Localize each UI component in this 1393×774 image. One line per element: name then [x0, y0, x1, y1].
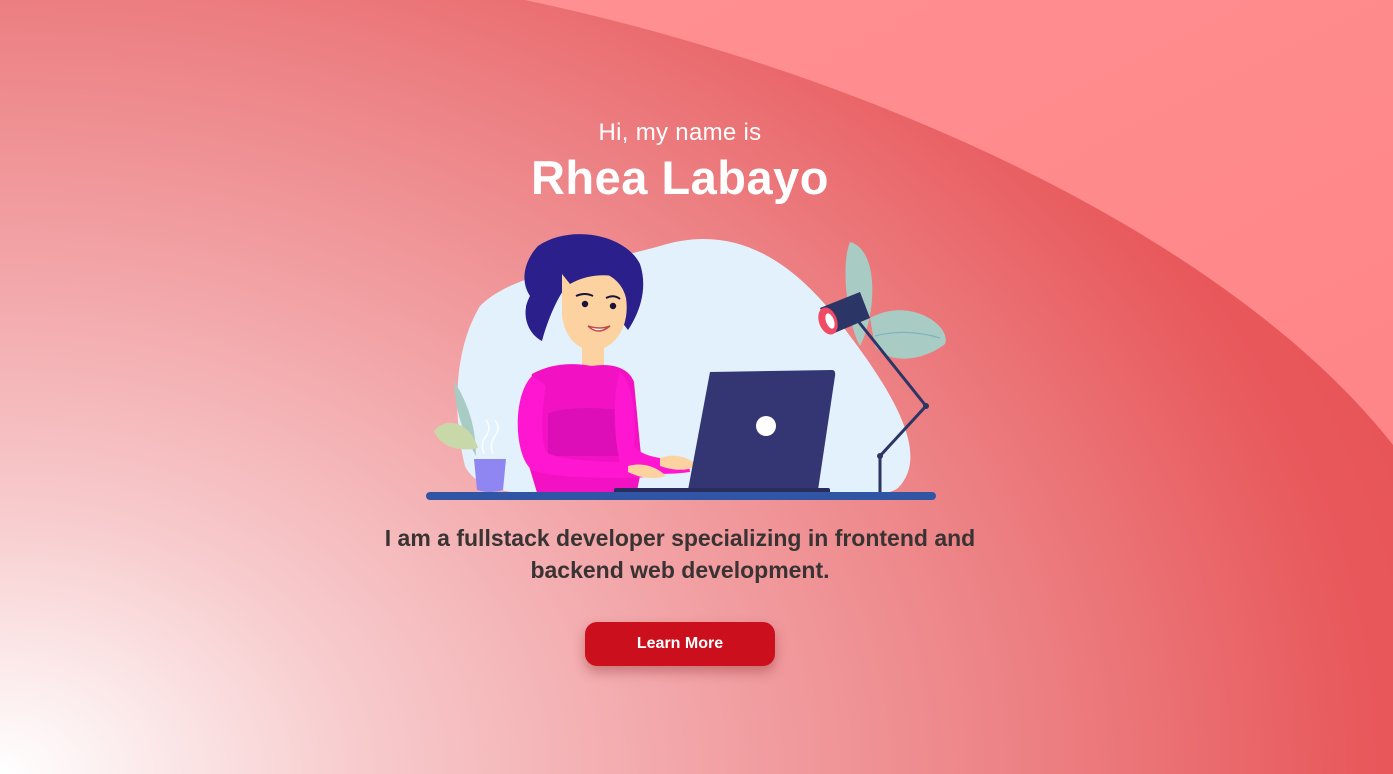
hero-section: Hi, my name is Rhea Labayo I am a fullst…: [0, 0, 1393, 774]
greeting-text: Hi, my name is: [598, 119, 762, 146]
developer-at-laptop-illustration: [426, 234, 946, 500]
page-title: Rhea Labayo: [530, 151, 830, 204]
tagline-text: I am a fullstack developer specializing …: [384, 525, 976, 583]
learn-more-button[interactable]: Learn More: [585, 622, 775, 666]
